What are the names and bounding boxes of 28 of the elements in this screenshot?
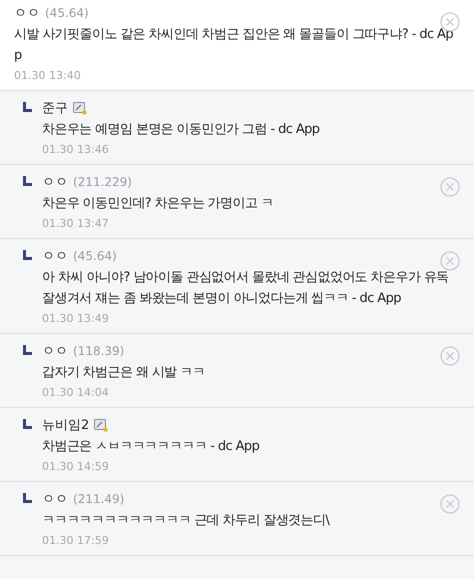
comment-text: ㅋㅋㅋㅋㅋㅋㅋㅋㅋㅋㅋㅋ 근데 차두리 잘생겻는디\	[42, 512, 331, 530]
comment-text: 시발 사기핏줄이노 같은 차씨인데 차범근 집안은 왜 몰골들이 그따구냐? - dc App	[14, 26, 454, 65]
ip-address: (211.49)	[73, 492, 124, 506]
member-badge-icon	[94, 418, 108, 432]
nickname: ㅇㅇ	[42, 174, 68, 191]
comment-text: 차범근은 ㅅㅂㅋㅋㅋㅋㅋㅋㅋ - dc App	[42, 438, 260, 456]
member-badge-icon	[73, 102, 87, 114]
nickname: ㅇㅇ	[42, 248, 68, 265]
comment-text: 아 차씨 아니야? 남아이돌 관심없어서 몰랐네 관심없었어도 차은우가 유독 잘생겨서 쟤는 좀 봐왔는데 본명이 아니었다는게 씹ㅋㅋ - dc App	[42, 269, 450, 308]
comment-text: 갑자기 차범근은 왜 시발 ㅋㅋ	[42, 364, 206, 382]
comment-date: 01.30 13:49	[42, 311, 110, 327]
nickname: ㅇㅇ	[42, 491, 68, 508]
ip-address: (118.39)	[73, 344, 124, 358]
comment-text: 차은우 이동민인데? 차은우는 가명이고 ㅋ	[42, 195, 274, 213]
nickname: 뉴비임2	[42, 417, 90, 434]
nickname: 준구	[42, 100, 68, 117]
comment-date: 01.30 13:47	[42, 216, 110, 232]
ip-address: (211.229)	[73, 175, 132, 189]
comment-text: 차은우는 예명임 본명은 이동민인가 그럼 - dc App	[42, 121, 320, 139]
nickname: ㅇㅇ	[42, 343, 68, 360]
comment-date: 01.30 13:46	[42, 142, 110, 158]
comment-date: 01.30 17:59	[42, 533, 110, 549]
comment-date: 01.30 14:59	[42, 459, 110, 475]
ip-address: (45.64)	[73, 249, 117, 263]
nickname: ㅇㅇ	[14, 5, 40, 22]
ip-address: (45.64)	[45, 6, 89, 20]
comment-date: 01.30 14:04	[42, 385, 110, 401]
comment-date: 01.30 13:40	[14, 68, 82, 84]
